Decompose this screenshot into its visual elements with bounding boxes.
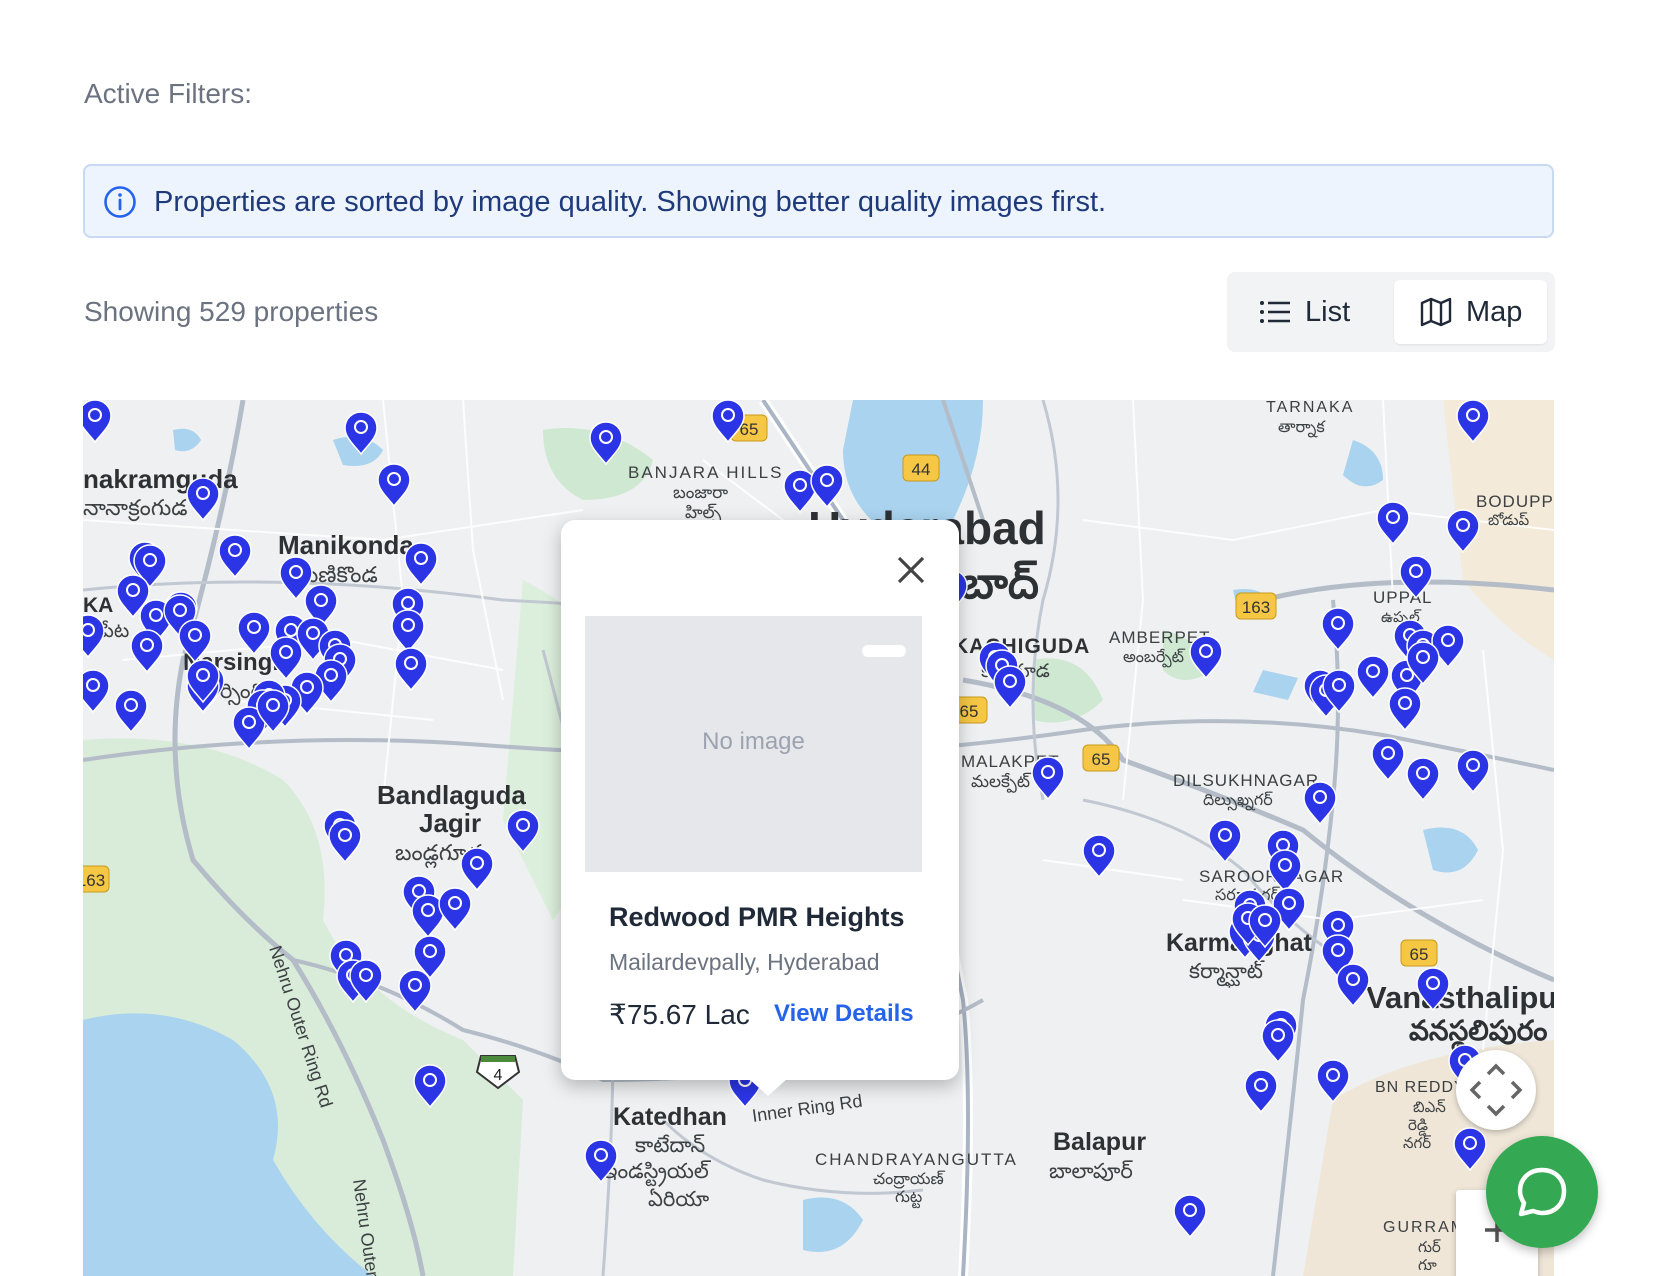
results-count: Showing 529 properties [84, 296, 379, 327]
map-label-bandlaguda-1: Bandlaguda [377, 780, 526, 810]
popup-pointer [748, 1078, 788, 1096]
map-label-amberpet-te: అంబర్పేట్ [1123, 648, 1186, 668]
map-label-katedhan-te3: ఏరియా [648, 1188, 709, 1211]
map-icon [1420, 297, 1452, 327]
map-label-bandlaguda-2: Jagir [419, 808, 481, 838]
map-label-chandrayangutta: CHANDRAYANGUTTA [815, 1150, 1018, 1169]
map-label-kachiguda: KACHIGUDA [953, 635, 1090, 658]
map-label-dilsukhnagar: DILSUKHNAGAR [1173, 771, 1319, 790]
map-label-bnreddy-te3: నగర్ [1403, 1135, 1431, 1152]
map-label-banjara-te1: బంజారా [673, 483, 728, 502]
map-label-kokapet: KA [83, 594, 113, 617]
road-shield-44: 44 [912, 460, 931, 479]
list-view-button[interactable]: List [1259, 280, 1350, 344]
map-label-chandrayangutta-te1: చంద్రాయణ్ [873, 1170, 945, 1189]
info-banner: Properties are sorted by image quality. … [83, 164, 1554, 238]
page-title-fragment [84, 0, 214, 4]
property-name: Redwood PMR Heights [609, 902, 905, 932]
list-view-label: List [1305, 295, 1351, 328]
active-filters-label: Active Filters: [84, 78, 253, 109]
map-label-gurram-te2: గూ [1418, 1257, 1437, 1274]
map-label-bnreddy-te2: రెడ్డి [1408, 1117, 1428, 1136]
map-canvas[interactable]: 65 44 163 65 65 65 163 4 BANJARA HILLS బ… [83, 400, 1554, 1276]
map-label-vanasthalipuram: Vanasthalipuram [1366, 980, 1554, 1015]
road-shield-4: 4 [494, 1067, 503, 1084]
map-label-katedhan-te1: కాటేదాన్ [635, 1134, 705, 1157]
view-details-link[interactable]: View Details [774, 1000, 914, 1028]
map-label-balapur-te: బాలాపూర్ [1049, 1160, 1133, 1183]
no-image-text: No image [702, 728, 805, 755]
list-icon [1260, 301, 1290, 323]
map-label-gurram-te1: గుర్ [1418, 1239, 1441, 1256]
road-shield-65c: 65 [960, 702, 979, 721]
fullscreen-button[interactable] [1456, 1050, 1536, 1130]
map-label-banjara: BANJARA HILLS [628, 463, 783, 482]
road-shield-163b: 163 [83, 871, 105, 890]
view-toggle: List Map [1227, 272, 1555, 352]
property-image-placeholder[interactable]: No image [585, 616, 922, 872]
road-shield-65b: 65 [1092, 750, 1111, 769]
map-label-balapur: Balapur [1053, 1128, 1146, 1156]
info-circle-icon [104, 186, 136, 218]
chat-bubble-icon [1517, 1167, 1567, 1217]
map-label-bodupp: BODUPP [1476, 492, 1554, 511]
road-shield-163a: 163 [1242, 598, 1270, 617]
chat-button[interactable] [1486, 1136, 1598, 1248]
map-label-dilsukhnagar-te: దిల్సుఖ్నగర్ [1203, 791, 1273, 811]
image-indicator [862, 645, 906, 657]
map-label-malakpet-te: మలక్పేట్ [971, 772, 1032, 793]
property-price: ₹75.67 Lac [609, 999, 750, 1030]
map-label-nanakramguda-te: నానాక్రంగుడ [83, 495, 188, 522]
map-label-gurram: GURRAM [1383, 1219, 1466, 1236]
info-message: Properties are sorted by image quality. … [154, 186, 1107, 218]
map-label-katedhan: Katedhan [613, 1103, 727, 1131]
map-label-uppal: UPPAL [1373, 588, 1433, 607]
map-label-bodupp-te: బోడుప్ [1488, 511, 1530, 529]
close-icon[interactable] [891, 550, 931, 590]
map-label-tarnaka: TARNAKA [1266, 400, 1354, 416]
map-view-label: Map [1466, 295, 1523, 328]
map-label-manikonda: Manikonda [278, 530, 414, 560]
fullscreen-icon [1469, 1063, 1523, 1117]
road-shield-65d: 65 [1410, 945, 1429, 964]
property-popup: No image Redwood PMR Heights Mailardevpa… [561, 520, 959, 1096]
map-label-tarnaka-te: తార్నాక [1278, 419, 1326, 438]
map-label-bnreddy-te1: బిఎన్ [1413, 1099, 1446, 1116]
map-view-button[interactable]: Map [1394, 280, 1547, 344]
property-location: Mailardevpally, Hyderabad [609, 949, 880, 975]
